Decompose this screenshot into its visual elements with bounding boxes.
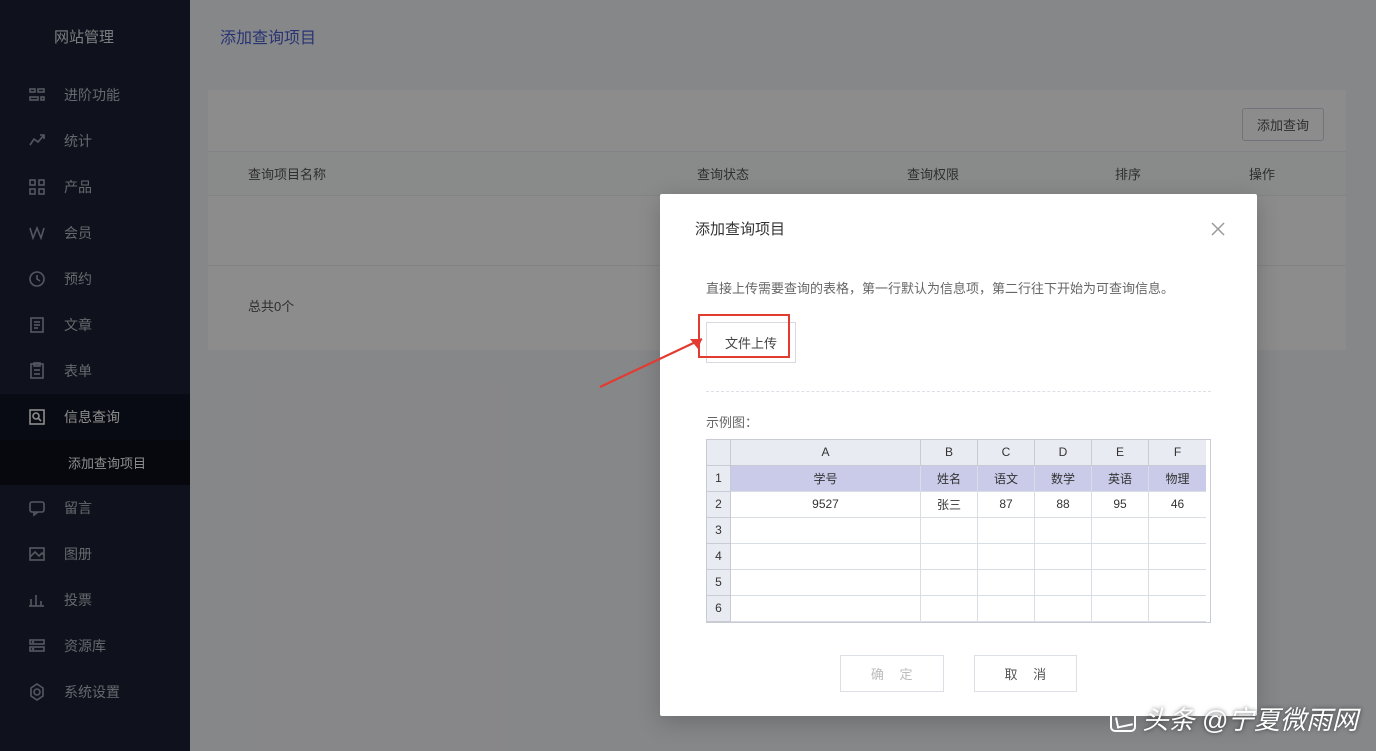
example-spreadsheet: A B C D E F 1 学号 姓名 语文 数学 英语 物理 2 9527 张… xyxy=(706,439,1211,623)
dashed-separator xyxy=(706,391,1211,392)
rowhead-4: 4 xyxy=(707,544,731,570)
modal-title: 添加查询项目 xyxy=(695,218,785,239)
upload-wrap: 文件上传 xyxy=(706,322,796,363)
watermark-logo-icon xyxy=(1110,706,1136,732)
sheet-row-2: 2 9527 张三 87 88 95 46 xyxy=(707,492,1210,518)
close-icon[interactable] xyxy=(1209,220,1227,238)
rowhead-1: 1 xyxy=(707,466,731,492)
file-upload-button[interactable]: 文件上传 xyxy=(706,322,796,363)
col-D: D xyxy=(1035,440,1092,466)
col-F: F xyxy=(1149,440,1206,466)
rowhead-3: 3 xyxy=(707,518,731,544)
rowhead-5: 5 xyxy=(707,570,731,596)
watermark-text: 头条 @宁夏微雨网 xyxy=(1142,700,1358,737)
cell-D2: 88 xyxy=(1035,492,1092,518)
rowhead-2: 2 xyxy=(707,492,731,518)
col-C: C xyxy=(978,440,1035,466)
col-A: A xyxy=(731,440,921,466)
cell-C2: 87 xyxy=(978,492,1035,518)
cancel-button[interactable]: 取 消 xyxy=(974,655,1078,692)
cell-D1: 数学 xyxy=(1035,466,1092,492)
sheet-corner xyxy=(707,440,731,466)
sheet-row-1: 1 学号 姓名 语文 数学 英语 物理 xyxy=(707,466,1210,492)
cell-F1: 物理 xyxy=(1149,466,1206,492)
cell-B2: 张三 xyxy=(921,492,978,518)
confirm-button[interactable]: 确 定 xyxy=(840,655,944,692)
cell-E1: 英语 xyxy=(1092,466,1149,492)
cell-E2: 95 xyxy=(1092,492,1149,518)
sheet-row-3: 3 xyxy=(707,518,1210,544)
example-label: 示例图： xyxy=(706,412,1211,431)
modal-header: 添加查询项目 xyxy=(660,194,1257,257)
cell-B1: 姓名 xyxy=(921,466,978,492)
col-B: B xyxy=(921,440,978,466)
modal-body: 直接上传需要查询的表格，第一行默认为信息项，第二行往下开始为可查询信息。 文件上… xyxy=(660,257,1257,692)
sheet-row-4: 4 xyxy=(707,544,1210,570)
sheet-row-6: 6 xyxy=(707,596,1210,622)
rowhead-6: 6 xyxy=(707,596,731,622)
sheet-col-header-row: A B C D E F xyxy=(707,440,1210,466)
cell-C1: 语文 xyxy=(978,466,1035,492)
sheet-row-5: 5 xyxy=(707,570,1210,596)
add-query-modal: 添加查询项目 直接上传需要查询的表格，第一行默认为信息项，第二行往下开始为可查询… xyxy=(660,194,1257,716)
col-E: E xyxy=(1092,440,1149,466)
watermark: 头条 @宁夏微雨网 xyxy=(1110,700,1358,737)
modal-footer: 确 定 取 消 xyxy=(706,655,1211,692)
cell-A2: 9527 xyxy=(731,492,921,518)
modal-hint: 直接上传需要查询的表格，第一行默认为信息项，第二行往下开始为可查询信息。 xyxy=(706,279,1211,300)
cell-A1: 学号 xyxy=(731,466,921,492)
cell-F2: 46 xyxy=(1149,492,1206,518)
